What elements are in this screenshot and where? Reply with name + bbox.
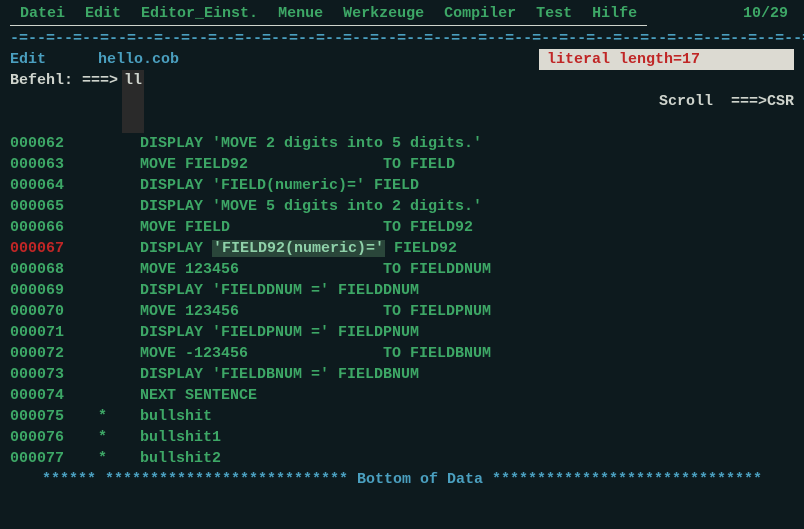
menu-edit[interactable]: Edit: [75, 2, 131, 26]
code-text[interactable]: DISPLAY 'FIELD92(numeric)=' FIELD92: [140, 238, 457, 259]
line-number: 000074: [10, 385, 80, 406]
command-row: Befehl: ===> ll Scroll ===>CSR: [0, 70, 804, 133]
line-number: 000065: [10, 196, 80, 217]
menu-datei[interactable]: Datei: [10, 2, 75, 26]
menu-hilfe[interactable]: Hilfe: [582, 2, 647, 26]
menu-test[interactable]: Test: [526, 2, 582, 26]
line-number: 000070: [10, 301, 80, 322]
code-line[interactable]: 000067 DISPLAY 'FIELD92(numeric)=' FIELD9…: [10, 238, 794, 259]
code-line[interactable]: 000070 MOVE 123456 TO FIELDPNUM: [10, 301, 794, 322]
indent: [80, 301, 140, 322]
indent: [80, 175, 140, 196]
bottom-of-data: ****** *************************** Botto…: [0, 469, 804, 490]
line-number: 000063: [10, 154, 80, 175]
literal-highlight: 'FIELD92(numeric)=': [212, 240, 385, 257]
code-line[interactable]: 000065 DISPLAY 'MOVE 5 digits into 2 digi…: [10, 196, 794, 217]
line-number: 000064: [10, 175, 80, 196]
scroll-label-text: Scroll ===>: [659, 93, 767, 110]
line-counter: 10/29: [737, 2, 794, 26]
code-line[interactable]: 000074 NEXT SENTENCE: [10, 385, 794, 406]
menu-menue[interactable]: Menue: [268, 2, 333, 26]
line-number: 000076: [10, 427, 80, 448]
code-text[interactable]: MOVE FIELD TO FIELD92: [140, 217, 473, 238]
code-line[interactable]: 000062 DISPLAY 'MOVE 2 digits into 5 digi…: [10, 133, 794, 154]
line-number: 000068: [10, 259, 80, 280]
code-line[interactable]: 000073 DISPLAY 'FIELDBNUM =' FIELDBNUM: [10, 364, 794, 385]
menu-compiler[interactable]: Compiler: [434, 2, 526, 26]
code-text[interactable]: bullshit1: [140, 427, 221, 448]
menu-editor-einst[interactable]: Editor_Einst.: [131, 2, 268, 26]
line-number: 000077: [10, 448, 80, 469]
line-number: 000069: [10, 280, 80, 301]
code-text[interactable]: NEXT SENTENCE: [140, 385, 257, 406]
code-text[interactable]: DISPLAY 'MOVE 2 digits into 5 digits.': [140, 133, 482, 154]
code-line[interactable]: 000066 MOVE FIELD TO FIELD92: [10, 217, 794, 238]
indent: [80, 217, 140, 238]
indent: [80, 259, 140, 280]
line-number: 000067: [10, 238, 80, 259]
code-line[interactable]: 000075 *bullshit: [10, 406, 794, 427]
menu-bar: Datei Edit Editor_Einst. Menue Werkzeuge…: [0, 0, 804, 28]
code-text[interactable]: MOVE 123456 TO FIELDDNUM: [140, 259, 491, 280]
line-number: 000075: [10, 406, 80, 427]
line-number: 000066: [10, 217, 80, 238]
scroll-value[interactable]: CSR: [767, 93, 794, 110]
code-line[interactable]: 000077 *bullshit2: [10, 448, 794, 469]
code-line[interactable]: 000072 MOVE -123456 TO FIELDBNUM: [10, 343, 794, 364]
code-line[interactable]: 000069 DISPLAY 'FIELDDNUM =' FIELDDNUM: [10, 280, 794, 301]
indent: *: [80, 406, 140, 427]
indent: [80, 238, 140, 259]
code-text[interactable]: DISPLAY 'MOVE 5 digits into 2 digits.': [140, 196, 482, 217]
status-message: literal length=17: [539, 49, 794, 70]
line-number: 000072: [10, 343, 80, 364]
code-line[interactable]: 000063 MOVE FIELD92 TO FIELD: [10, 154, 794, 175]
menu-werkzeuge[interactable]: Werkzeuge: [333, 2, 434, 26]
code-text[interactable]: MOVE -123456 TO FIELDBNUM: [140, 343, 491, 364]
code-line[interactable]: 000071 DISPLAY 'FIELDPNUM =' FIELDPNUM: [10, 322, 794, 343]
indent: [80, 364, 140, 385]
separator-row: -=--=--=--=--=--=--=--=--=--=--=--=--=--…: [0, 28, 804, 49]
file-name: hello.cob: [98, 49, 179, 70]
indent: [80, 343, 140, 364]
indent: [80, 385, 140, 406]
line-number: 000062: [10, 133, 80, 154]
line-number: 000071: [10, 322, 80, 343]
code-text[interactable]: bullshit: [140, 406, 212, 427]
code-text[interactable]: MOVE 123456 TO FIELDPNUM: [140, 301, 491, 322]
code-text[interactable]: DISPLAY 'FIELD(numeric)=' FIELD: [140, 175, 419, 196]
indent: [80, 133, 140, 154]
code-line[interactable]: 000064 DISPLAY 'FIELD(numeric)=' FIELD: [10, 175, 794, 196]
code-area[interactable]: 000062 DISPLAY 'MOVE 2 digits into 5 digi…: [0, 133, 804, 469]
code-line[interactable]: 000068 MOVE 123456 TO FIELDDNUM: [10, 259, 794, 280]
indent: *: [80, 427, 140, 448]
indent: [80, 154, 140, 175]
indent: [80, 196, 140, 217]
command-label: Befehl: ===>: [10, 70, 118, 133]
code-text[interactable]: MOVE FIELD92 TO FIELD: [140, 154, 455, 175]
code-text[interactable]: DISPLAY 'FIELDPNUM =' FIELDPNUM: [140, 322, 419, 343]
code-text[interactable]: DISPLAY 'FIELDBNUM =' FIELDBNUM: [140, 364, 419, 385]
code-text[interactable]: DISPLAY 'FIELDDNUM =' FIELDDNUM: [140, 280, 419, 301]
indent: [80, 280, 140, 301]
title-row: Edit hello.cob literal length=17: [0, 49, 804, 70]
line-number: 000073: [10, 364, 80, 385]
command-input[interactable]: ll: [122, 70, 144, 133]
scroll-label: Scroll ===>CSR: [623, 70, 794, 133]
editor-mode: Edit: [10, 49, 46, 70]
indent: *: [80, 448, 140, 469]
indent: [80, 322, 140, 343]
code-text[interactable]: bullshit2: [140, 448, 221, 469]
code-line[interactable]: 000076 *bullshit1: [10, 427, 794, 448]
